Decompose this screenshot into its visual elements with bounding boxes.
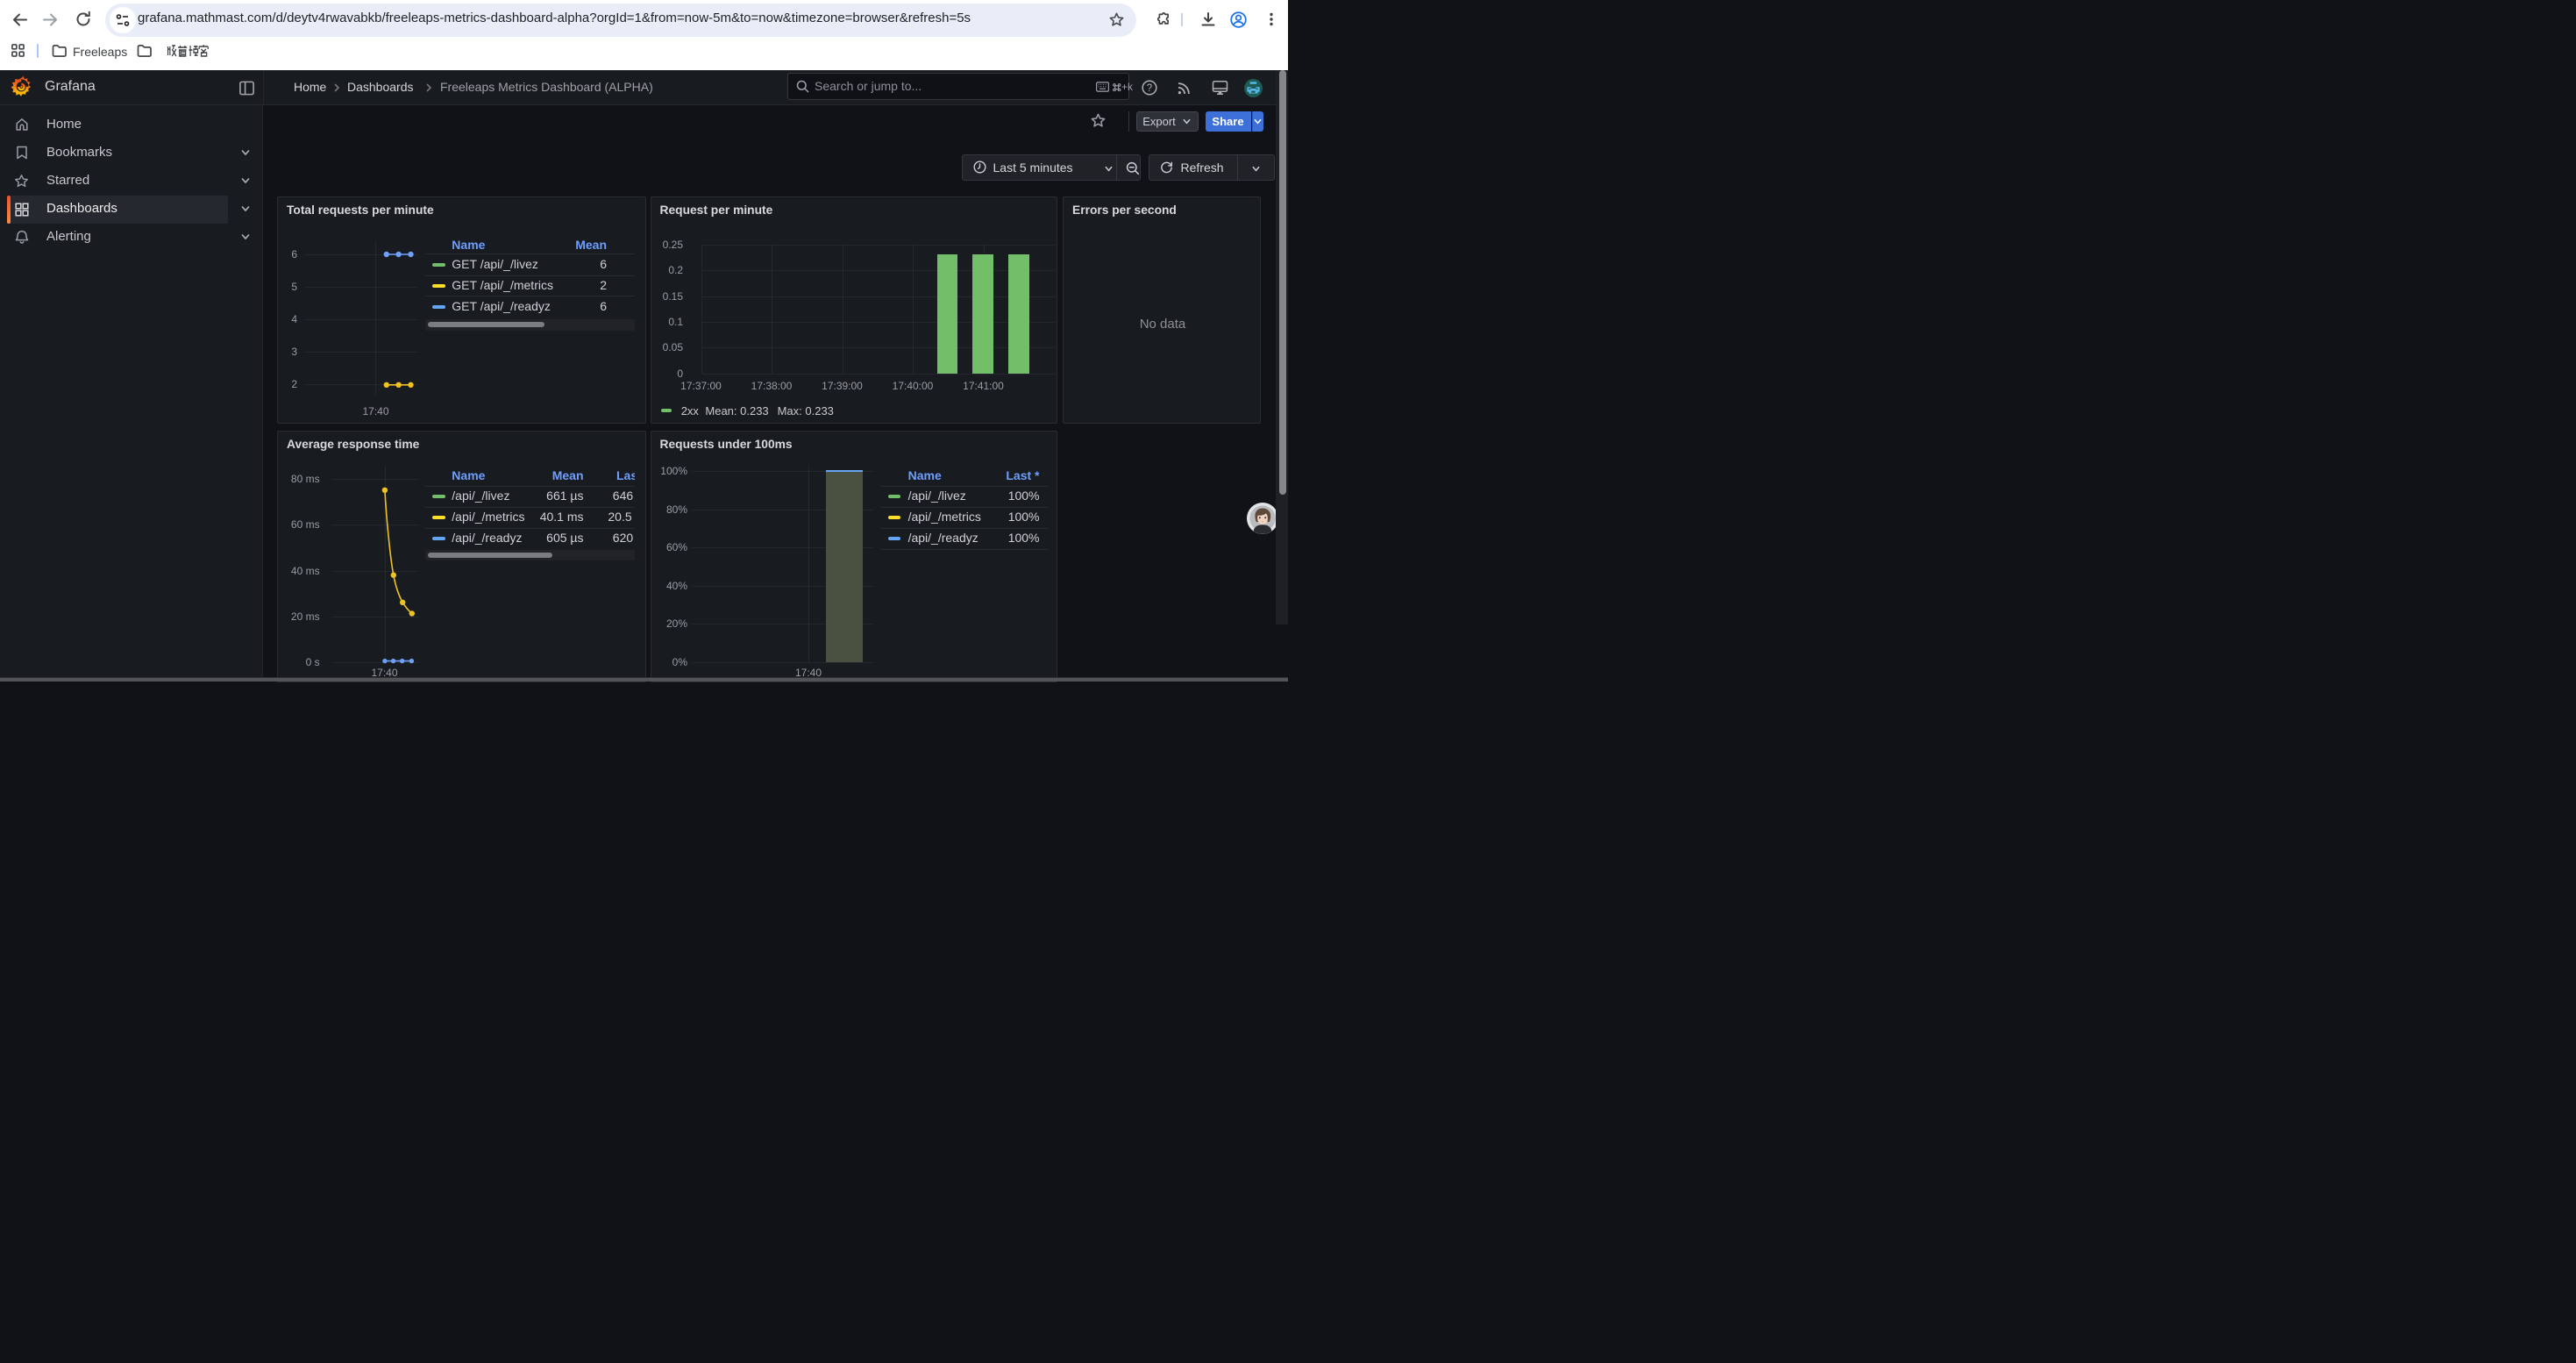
svg-text:?: ? — [1147, 83, 1152, 94]
